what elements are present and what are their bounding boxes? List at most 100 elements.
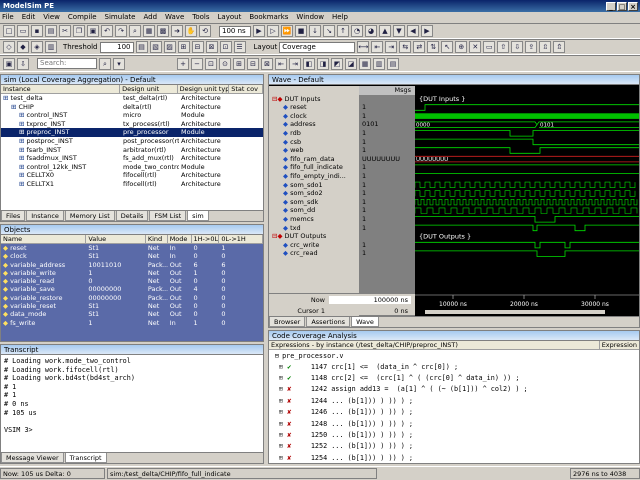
tb2-k-icon[interactable]: ⊡ — [219, 41, 232, 53]
tab-sim[interactable]: sim — [187, 211, 209, 221]
col-stat-cov[interactable]: Stat cov — [229, 85, 263, 93]
object-row[interactable]: ◆ variable_write 1 Net Out 1 0 — [1, 269, 263, 277]
tb2-q-icon[interactable]: ⇄ — [413, 41, 426, 53]
zoom-cursor-icon[interactable]: ⊙ — [219, 57, 231, 70]
tb3-b-icon[interactable]: ⇩ — [17, 57, 29, 70]
select-mode-icon[interactable]: ↖ — [441, 41, 454, 53]
tb2-s-icon[interactable]: ✕ — [469, 41, 482, 53]
tab-instance[interactable]: Instance — [26, 211, 64, 221]
left-icon[interactable]: ◀ — [407, 25, 419, 37]
new-icon[interactable]: □ — [3, 25, 15, 37]
tb2-r-icon[interactable]: ⇅ — [427, 41, 440, 53]
tb2-y-icon[interactable]: ⇬ — [553, 41, 566, 53]
step-over-icon[interactable]: ↘ — [323, 25, 335, 37]
tb3-g-icon[interactable]: ▦ — [359, 57, 371, 70]
tb2-e-icon[interactable]: ▤ — [135, 41, 148, 53]
edge-next-icon[interactable]: ⇥ — [289, 57, 301, 70]
tb2-c-icon[interactable]: ◈ — [31, 41, 43, 53]
expand-icon[interactable]: ⊞ — [19, 111, 27, 119]
col-1h0l[interactable]: 1H->0L — [192, 235, 220, 243]
minimize-icon[interactable]: _ — [606, 1, 616, 11]
search-icon[interactable]: ⌕ — [99, 57, 111, 70]
tb2-j-icon[interactable]: ⊠ — [205, 41, 218, 53]
tb2-w-icon[interactable]: ⇪ — [525, 41, 538, 53]
menu-tools[interactable]: Tools — [192, 12, 209, 23]
tab-details[interactable]: Details — [115, 211, 149, 221]
expand-icon[interactable]: ⊞ — [279, 408, 287, 416]
close-icon[interactable]: × — [628, 1, 638, 11]
tb3-i-icon[interactable]: ▤ — [387, 57, 399, 70]
sim-row[interactable]: ⊞ fsaddmux_INST fs_add_mux(rtl) Architectu… — [1, 154, 263, 163]
waveform-area[interactable]: {DUT Inputs } 0000 0101 UUUUUUUU {DUT Output… — [415, 86, 639, 316]
performance-icon[interactable]: ◔ — [351, 25, 363, 37]
col-instance[interactable]: Instance — [1, 85, 121, 93]
tb3-d-icon[interactable]: ◨ — [317, 57, 329, 70]
object-row[interactable]: ◆ variable_read 0 Net Out 0 0 — [1, 277, 263, 285]
tb2-g-icon[interactable]: ▨ — [163, 41, 176, 53]
menu-help[interactable]: Help — [332, 12, 348, 23]
coverage-line[interactable]: ⊞ ✘ 1248... (b[1])) ) )) ) ; — [269, 418, 639, 429]
step-icon[interactable]: ↓ — [309, 25, 321, 37]
sim-row[interactable]: ⊞ control_12kk_INST mode_two_control Modul… — [1, 163, 263, 172]
edge-prev-icon[interactable]: ⇤ — [275, 57, 287, 70]
expand-icon[interactable]: ⊞ — [19, 154, 27, 162]
menu-view[interactable]: View — [43, 12, 60, 23]
wave-group[interactable]: ⊟◆ DUT Inputs — [269, 95, 359, 104]
wave-signal[interactable]: ◆ web — [269, 146, 359, 155]
sim-row[interactable]: ⊞ control_INST micro Module — [1, 111, 263, 120]
expand-icon[interactable]: ⊞ — [19, 137, 27, 145]
expand-icon[interactable]: ⊞ — [279, 454, 287, 462]
tb2-h-icon[interactable]: ⊞ — [177, 41, 190, 53]
wave-signal[interactable]: ◆ som_dd — [269, 206, 359, 215]
expand-icon[interactable]: ⊞ — [19, 171, 27, 179]
zoom-mode-icon[interactable]: ⊕ — [455, 41, 468, 53]
add-wave-icon[interactable]: ➜ — [171, 25, 183, 37]
expand-icon[interactable]: ⊞ — [279, 374, 287, 382]
object-row[interactable]: ◆ reset St1 Net In 0 1 — [1, 244, 263, 252]
search-input[interactable]: Search: — [37, 58, 97, 69]
cursor-add-icon[interactable]: ⊞ — [233, 57, 245, 70]
coverage-line[interactable]: ⊞ ✘ 1244... (b[1])) ) )) ) ; — [269, 395, 639, 406]
col-name[interactable]: Name — [1, 235, 87, 243]
col-design-unit[interactable]: Design unit — [120, 85, 178, 93]
tb2-f-icon[interactable]: ▧ — [149, 41, 162, 53]
tb2-d-icon[interactable]: ▥ — [45, 41, 57, 53]
tb3-a-icon[interactable]: ▣ — [3, 57, 15, 70]
wave-signal[interactable]: ◆ clock — [269, 112, 359, 121]
wave-signal[interactable]: ◆ rdb — [269, 129, 359, 138]
paste-icon[interactable]: ▣ — [87, 25, 99, 37]
coverage-line[interactable]: ⊞ ✘ 1242 assign add13 = (a[1] ^ ( (~ (b[1]… — [269, 384, 639, 395]
redo-icon[interactable]: ↷ — [115, 25, 127, 37]
expand-icon[interactable]: ⊞ — [19, 120, 27, 128]
stop-icon[interactable]: ■ — [295, 25, 307, 37]
menu-bookmarks[interactable]: Bookmarks — [249, 12, 288, 23]
menu-file[interactable]: File — [2, 12, 14, 23]
object-row[interactable]: ◆ data_mode St1 Net Out 0 0 — [1, 310, 263, 318]
cut-icon[interactable]: ✂ — [59, 25, 71, 37]
expand-icon[interactable]: ⊞ — [3, 94, 11, 102]
coverage-line[interactable]: ⊞ ✘ 1246... (b[1])) ) )) ) ; — [269, 407, 639, 418]
menu-simulate[interactable]: Simulate — [105, 12, 136, 23]
compile-all-icon[interactable]: ▩ — [157, 25, 169, 37]
search-options-icon[interactable]: ▾ — [113, 57, 125, 70]
wave-signal[interactable]: ◆ som_sdo2 — [269, 189, 359, 198]
tb2-b-icon[interactable]: ◆ — [17, 41, 29, 53]
find-icon[interactable]: ⌕ — [129, 25, 141, 37]
tab-memory-list[interactable]: Memory List — [64, 211, 115, 221]
sim-row[interactable]: ⊞ CHIP delta(rtl) Architecture — [1, 103, 263, 112]
tb2-v-icon[interactable]: ⇩ — [511, 41, 524, 53]
wave-signal[interactable]: ◆ txd — [269, 224, 359, 233]
tb2-u-icon[interactable]: ⇧ — [497, 41, 510, 53]
wave-group[interactable]: ⊟◆ DUT Outputs — [269, 232, 359, 241]
tb2-o-icon[interactable]: ⇥ — [385, 41, 398, 53]
col-expression[interactable]: Expression — [598, 341, 639, 349]
undo-icon[interactable]: ↶ — [101, 25, 113, 37]
expand-icon[interactable]: ⊞ — [279, 363, 287, 371]
run-length-input[interactable]: 100 ns — [219, 25, 251, 37]
coverage-line[interactable]: ⊞ ✘ 1254... (b[1])) ) )) ) ; — [269, 452, 639, 463]
expand-icon[interactable]: ⊞ — [279, 397, 287, 405]
sim-row[interactable]: ⊞ postproc_INST post_processor(rtl) Archit… — [1, 137, 263, 146]
wave-signal[interactable]: ◆ crc_write — [269, 241, 359, 250]
object-row[interactable]: ◆ fs_write 1 Net In 1 0 — [1, 319, 263, 327]
coverage-line[interactable]: ⊞ ✘ 1250... (b[1])) ) )) ) ; — [269, 429, 639, 440]
